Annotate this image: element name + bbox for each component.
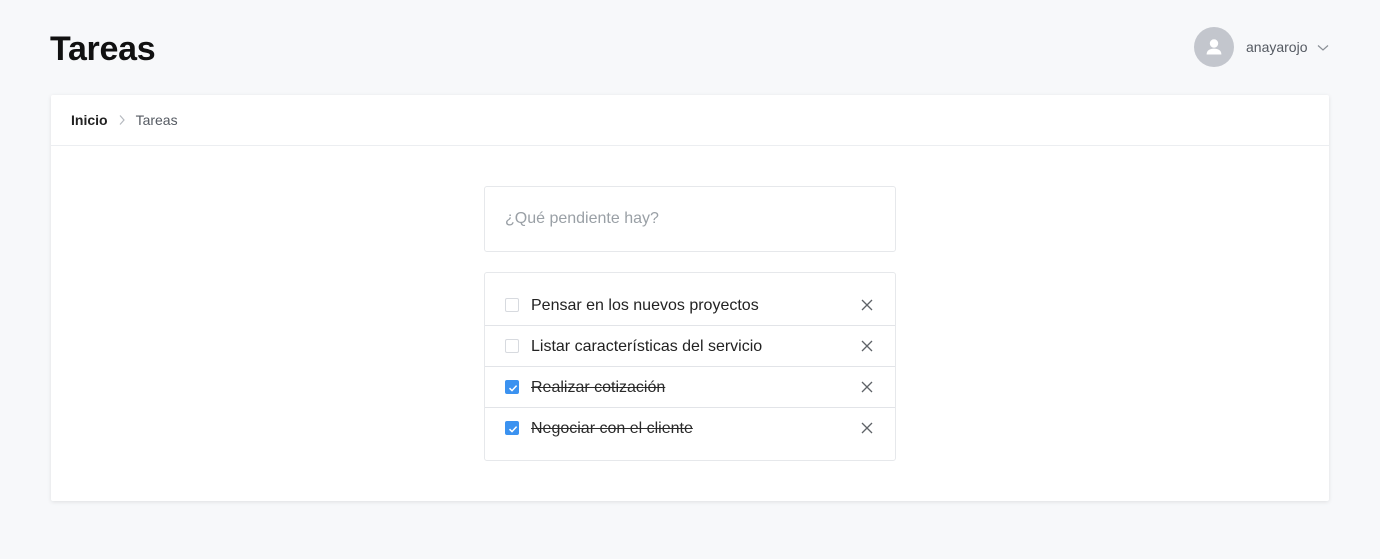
- task-item: Negociar con el cliente: [485, 408, 895, 449]
- chevron-right-icon: [118, 114, 126, 126]
- breadcrumb-current: Tareas: [135, 112, 178, 128]
- task-label[interactable]: Realizar cotización: [531, 379, 665, 397]
- delete-task-button[interactable]: [859, 338, 875, 354]
- task-item: Pensar en los nuevos proyectos: [485, 285, 895, 326]
- task-label[interactable]: Listar características del servicio: [531, 338, 762, 356]
- page-title: Tareas: [50, 30, 156, 68]
- task-label[interactable]: Negociar con el cliente: [531, 420, 693, 438]
- user-menu[interactable]: anayarojo: [1194, 27, 1329, 67]
- new-task-input[interactable]: [484, 186, 896, 252]
- task-checkbox[interactable]: [505, 339, 519, 353]
- task-item: Listar características del servicio: [485, 326, 895, 367]
- breadcrumb-home-link[interactable]: Inicio: [71, 112, 108, 128]
- check-icon: [508, 426, 518, 433]
- delete-task-button[interactable]: [859, 379, 875, 395]
- check-icon: [508, 385, 518, 392]
- delete-task-button[interactable]: [859, 297, 875, 313]
- chevron-down-icon[interactable]: [1317, 44, 1329, 52]
- task-checkbox[interactable]: [505, 380, 519, 394]
- task-item: Realizar cotización: [485, 367, 895, 408]
- avatar[interactable]: [1194, 27, 1234, 67]
- username[interactable]: anayarojo: [1246, 39, 1308, 55]
- delete-task-button[interactable]: [859, 420, 875, 436]
- user-icon: [1206, 39, 1222, 55]
- breadcrumb: Inicio Tareas: [51, 95, 1329, 146]
- close-icon: [861, 422, 873, 434]
- close-icon: [861, 340, 873, 352]
- task-list: Pensar en los nuevos proyectos Listar car…: [484, 272, 896, 461]
- content-card: Inicio Tareas Pensar en los nuevos proye…: [51, 95, 1329, 501]
- task-checkbox[interactable]: [505, 298, 519, 312]
- task-label[interactable]: Pensar en los nuevos proyectos: [531, 297, 759, 315]
- task-checkbox[interactable]: [505, 421, 519, 435]
- close-icon: [861, 381, 873, 393]
- close-icon: [861, 299, 873, 311]
